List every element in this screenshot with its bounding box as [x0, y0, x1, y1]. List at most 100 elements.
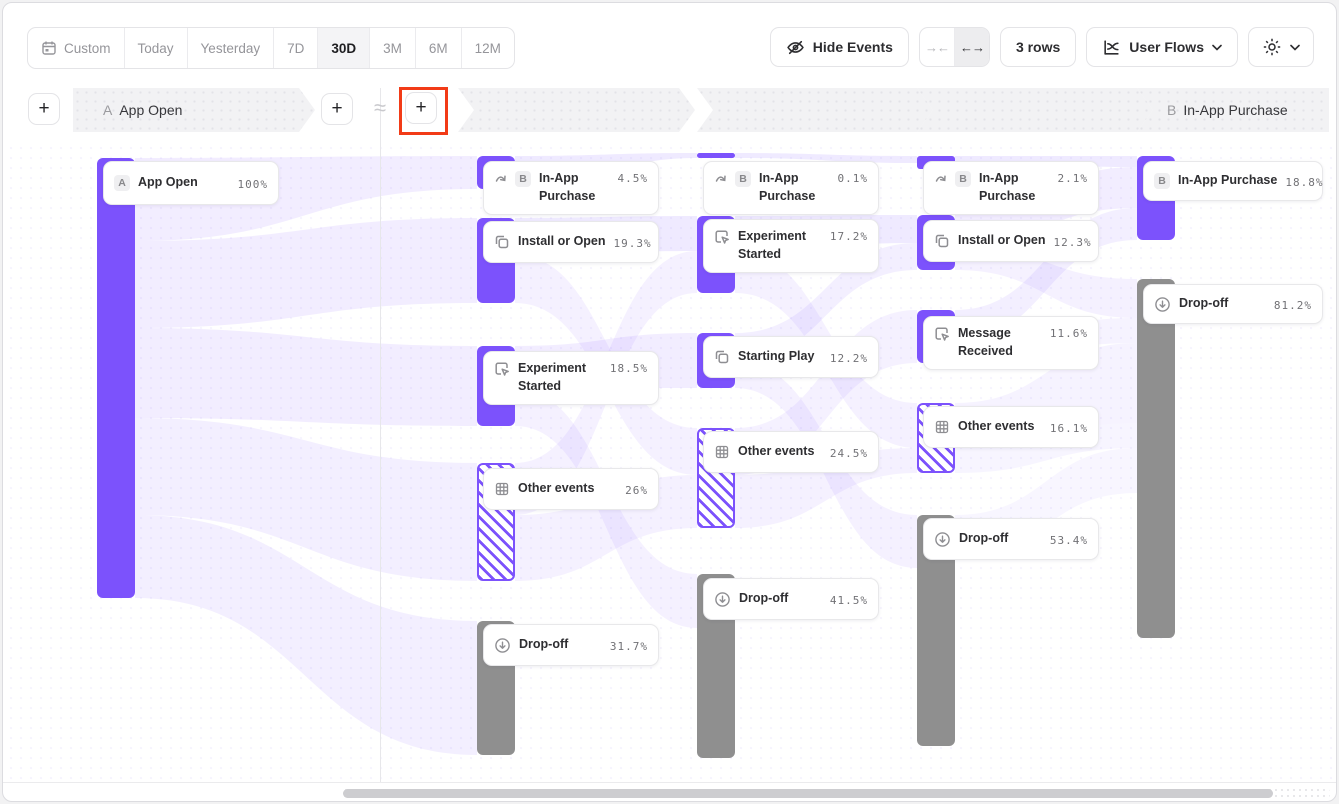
node-label: In-App Purchase [979, 170, 1050, 205]
user-flows-icon [1102, 38, 1121, 57]
node-label: Drop-off [739, 590, 822, 608]
node-icons: A [114, 175, 130, 191]
horizontal-scrollbar-thumb[interactable] [343, 789, 1273, 798]
event-letter-badge: B [955, 171, 971, 187]
flow-node-card[interactable]: AApp Open100% [103, 161, 279, 205]
canvas-bottom-border [3, 782, 1336, 783]
date-range-7d[interactable]: 7D [274, 28, 318, 68]
date-range-6m[interactable]: 6M [416, 28, 462, 68]
node-icons [934, 233, 950, 249]
node-label: Drop-off [1179, 295, 1266, 313]
flow-node-card[interactable]: Install or Open 19.3% [483, 221, 659, 263]
node-icons: B [494, 171, 531, 187]
header-step-2[interactable] [458, 88, 695, 132]
node-icons: B [714, 171, 751, 187]
date-range-3m[interactable]: 3M [370, 28, 416, 68]
node-percent: 53.4% [1050, 532, 1088, 547]
horizontal-scrollbar [343, 787, 1330, 800]
node-icons [714, 349, 730, 365]
step-label: App Open [119, 102, 182, 118]
sankey-bar-dropoff[interactable] [1137, 279, 1175, 638]
jump-arrow-icon [714, 171, 730, 187]
node-label: Drop-off [519, 636, 602, 654]
flow-node-card[interactable]: Other events 24.5% [703, 431, 879, 473]
header-step-b[interactable]: B In-App Purchase [1137, 88, 1329, 132]
header-step-3[interactable] [697, 88, 933, 132]
node-label: In-App Purchase [1178, 172, 1277, 190]
add-step-before-button[interactable]: + [28, 93, 60, 125]
plus-icon: + [331, 98, 342, 120]
date-range-30d[interactable]: 30D [318, 28, 370, 68]
view-selector-label: User Flows [1129, 39, 1204, 55]
date-range-custom[interactable]: Custom [28, 28, 125, 68]
date-range-yesterday[interactable]: Yesterday [188, 28, 275, 68]
date-range-control: Custom Today Yesterday 7D 30D 3M 6M 12M [27, 27, 515, 69]
node-icons [494, 361, 510, 377]
date-range-label: 30D [331, 41, 356, 56]
expand-columns-button[interactable]: ←→ [955, 28, 989, 66]
event-letter-badge: B [735, 171, 751, 187]
collapse-columns-button[interactable]: →← [920, 28, 955, 66]
date-range-label: Today [138, 41, 174, 56]
toolbar-right: Hide Events →← ←→ 3 rows User Flows [770, 27, 1314, 67]
node-label: Starting Play [738, 348, 822, 366]
flow-node-card[interactable]: Other events26% [483, 468, 659, 510]
chevron-down-icon [1290, 44, 1300, 51]
flow-node-card[interactable]: BIn-App Purchase4.5% [483, 161, 659, 215]
node-percent: 18.8% [1285, 174, 1323, 189]
node-icons [934, 531, 951, 548]
flow-node-card[interactable]: BIn-App Purchase18.8% [1143, 161, 1323, 201]
hide-events-button[interactable]: Hide Events [770, 27, 909, 67]
flow-node-card[interactable]: Experiment Started18.5% [483, 351, 659, 405]
add-step-after-a-button[interactable]: + [321, 93, 353, 125]
click-target-highlight [399, 87, 448, 135]
step-label: In-App Purchase [1183, 102, 1287, 118]
step-letter: A [103, 102, 112, 118]
flow-node-card[interactable]: Starting Play 12.2% [703, 336, 879, 378]
date-range-12m[interactable]: 12M [462, 28, 514, 68]
step-letter: B [1167, 102, 1176, 118]
node-percent: 26% [625, 482, 648, 497]
node-percent: 19.3% [614, 235, 652, 250]
click-icon [494, 361, 510, 377]
node-label: Experiment Started [738, 228, 822, 263]
rows-button[interactable]: 3 rows [1000, 27, 1076, 67]
flow-node-card[interactable]: Install or Open12.3% [923, 220, 1099, 262]
flow-node-card[interactable]: Other events16.1% [923, 406, 1099, 448]
copy-icon [714, 349, 730, 365]
flow-node-card[interactable]: Drop-off53.4% [923, 518, 1099, 560]
copy-icon [934, 233, 950, 249]
dropoff-icon [934, 531, 951, 548]
node-icons: B [934, 171, 971, 187]
date-range-today[interactable]: Today [125, 28, 188, 68]
spacing-toggle: →← ←→ [919, 27, 990, 67]
node-percent: 17.2% [830, 228, 868, 243]
header-step-a[interactable]: A App Open [73, 88, 315, 132]
flow-node-card[interactable]: Drop-off81.2% [1143, 284, 1323, 324]
node-label: Message Received [958, 325, 1042, 360]
settings-button[interactable] [1248, 27, 1314, 67]
node-label: Other events [738, 443, 822, 461]
node-label: Install or Open [518, 233, 606, 251]
flow-node-card[interactable]: BIn-App Purchase2.1% [923, 161, 1099, 215]
hide-events-label: Hide Events [813, 39, 893, 55]
node-percent: 24.5% [830, 445, 868, 460]
collapse-arrows-icon: →← [925, 40, 949, 55]
view-selector-button[interactable]: User Flows [1086, 27, 1238, 67]
node-percent: 12.2% [830, 350, 868, 365]
node-percent: 41.5% [830, 592, 868, 607]
sankey-bar-start[interactable] [97, 158, 135, 598]
node-icons [714, 444, 730, 460]
flow-node-card[interactable]: Drop-off31.7% [483, 624, 659, 666]
sankey-bar-goal[interactable] [697, 153, 735, 158]
flow-node-card[interactable]: Drop-off 41.5% [703, 578, 879, 620]
node-icons [714, 591, 731, 608]
flow-node-card[interactable]: Message Received11.6% [923, 316, 1099, 370]
node-icons [494, 637, 511, 654]
event-letter-badge: B [515, 171, 531, 187]
header-step-4[interactable] [917, 88, 1153, 132]
flow-node-card[interactable]: BIn-App Purchase0.1% [703, 161, 879, 215]
click-icon [714, 229, 730, 245]
dropoff-icon [1154, 296, 1171, 313]
flow-node-card[interactable]: Experiment Started 17.2% [703, 219, 879, 273]
